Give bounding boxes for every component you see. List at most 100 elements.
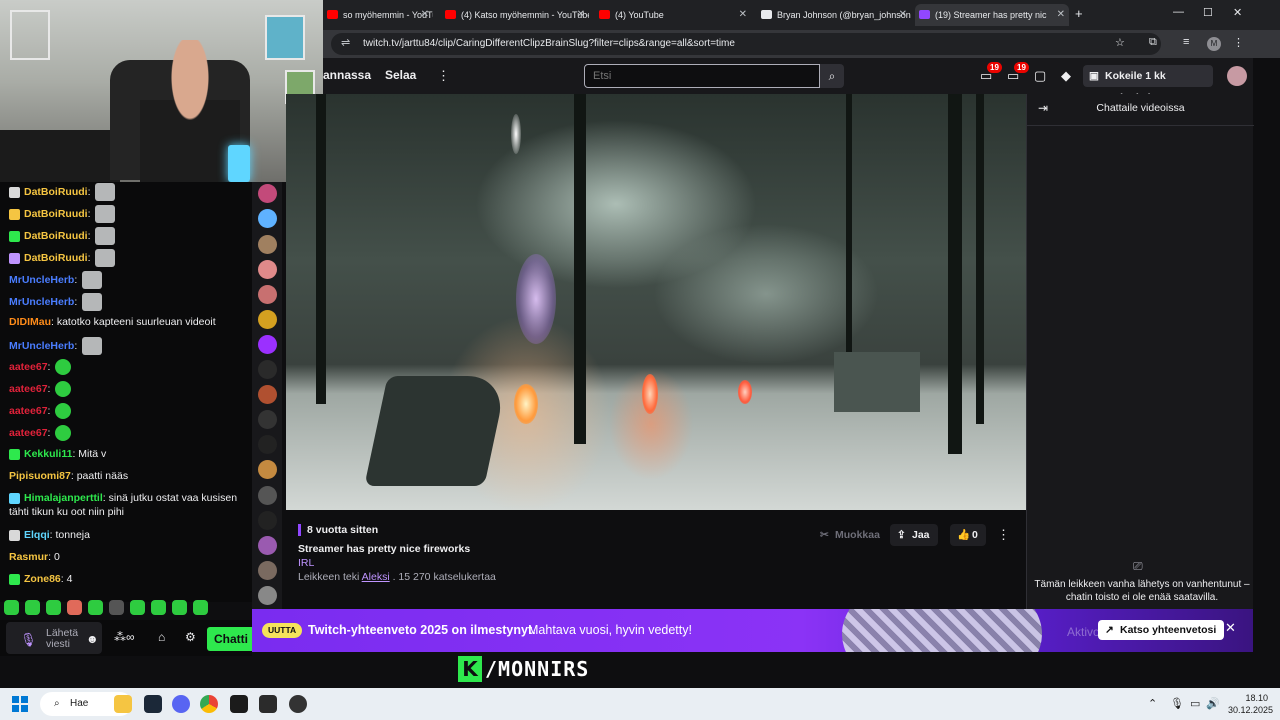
network-icon[interactable]: ▭ [1190,697,1200,710]
obs-icon[interactable] [289,695,307,713]
followed-channel-avatar[interactable] [258,385,277,404]
edit-clip-button[interactable]: ✂ Muokkaa [813,524,888,546]
chat-username[interactable]: DIDIMau [9,316,51,328]
like-clip-button[interactable]: 👍 0 [950,524,986,546]
browser-tab[interactable]: Bryan Johnson (@bryan_johnson ✕ [757,4,911,26]
chat-username[interactable]: DatBoiRuudi [24,252,88,264]
chrome-icon[interactable] [200,695,218,713]
chat-username[interactable]: aatee67 [9,405,48,417]
share-clip-button[interactable]: ⇪ Jaa [890,524,938,546]
search-icon[interactable]: ⌕ [820,64,844,88]
followed-channel-avatar[interactable] [258,260,277,279]
followed-channel-avatar[interactable] [258,360,277,379]
taskbar-clock[interactable]: 18.10 30.12.2025 [1228,692,1273,716]
new-tab-button[interactable]: + [1075,6,1083,21]
chat-username[interactable]: Pipisuomi87 [9,470,71,482]
tray-chevron-icon[interactable]: ⌃ [1148,697,1157,710]
maximize-icon[interactable]: ☐ [1203,6,1213,19]
discord-icon[interactable] [172,695,190,713]
emote[interactable] [151,600,166,615]
steam-icon[interactable] [144,695,162,713]
followed-channel-avatar[interactable] [258,536,277,555]
close-tab-icon[interactable]: ✕ [421,4,429,26]
emote[interactable] [4,600,19,615]
browser-tab[interactable]: (19) Streamer has pretty nic ✕ [915,4,1069,26]
browser-tab[interactable]: (4) Katso myöhemmin - YouTube ✕ [441,4,589,26]
browser-tab[interactable]: (4) YouTube ✕ [595,4,751,26]
browser-tab[interactable]: so myöhemmin - YouTube✕ [323,4,433,26]
emote[interactable] [130,600,145,615]
followed-channel-avatar[interactable] [258,209,277,228]
store-icon[interactable]: ⌂ [158,630,165,644]
chat-username[interactable]: aatee67 [9,361,48,373]
file-explorer-icon[interactable] [114,695,132,713]
windows-start-icon[interactable] [12,696,28,712]
close-tab-icon[interactable]: ✕ [739,4,747,26]
collapse-chat-icon[interactable]: ⇥ [1038,101,1048,115]
microphone-tray-icon[interactable]: 🎙 [1170,697,1184,710]
chat-username[interactable]: Zone86 [24,573,61,585]
settings-icon[interactable]: ⚙ [185,630,196,644]
notifications-icon[interactable]: ▭ 19 [980,62,1002,84]
close-tab-icon[interactable]: ✕ [1057,4,1065,26]
emote[interactable] [67,600,82,615]
emote[interactable] [193,600,208,615]
followed-channel-avatar[interactable] [258,460,277,479]
extensions-icon[interactable]: ⧉ [1149,36,1157,49]
adfree-trial-button[interactable]: ▣ Kokeile 1 kk mainoksitta [1083,65,1213,104]
chat-username[interactable]: DatBoiRuudi [24,186,88,198]
chat-username[interactable]: MrUncleHerb [9,296,74,308]
followed-channel-avatar[interactable] [258,310,277,329]
close-tab-icon[interactable]: ✕ [899,4,907,26]
followed-channel-avatar[interactable] [258,335,277,354]
search-input[interactable] [584,64,820,88]
minimize-icon[interactable]: — [1173,6,1184,18]
chat-send-button[interactable]: Chatti [207,627,255,651]
chat-username[interactable]: Elqqi [24,529,50,541]
chat-username[interactable]: aatee67 [9,383,48,395]
x-app-icon[interactable] [230,695,248,713]
clip-creator-link[interactable]: Aleksi [362,571,390,583]
site-info-icon[interactable]: ⇌ [341,36,350,49]
followed-channel-avatar[interactable] [258,285,277,304]
chat-username[interactable]: Himalajanperttil [24,492,103,504]
clip-video-player[interactable] [286,94,1026,510]
emote[interactable] [88,600,103,615]
microphone-icon[interactable]: 🎙 [20,632,37,648]
volume-icon[interactable]: 🔊 [1206,697,1220,710]
chat-username[interactable]: DatBoiRuudi [24,208,88,220]
chat-username[interactable]: Rasmur [9,551,48,563]
emote[interactable] [109,600,124,615]
clip-category-link[interactable]: IRL [298,557,314,569]
bits-gem-icon[interactable]: ◆ [1061,68,1071,84]
followed-channel-avatar[interactable] [258,561,277,580]
emote[interactable] [46,600,61,615]
whispers-icon[interactable]: ▢ [1034,68,1046,84]
more-icon[interactable]: ⋮ [437,68,450,84]
chat-username[interactable]: Kekkuli11 [24,448,72,460]
followed-channel-avatar[interactable] [258,511,277,530]
chat-input[interactable]: 🎙 Lähetä viesti ☻ [6,622,102,654]
chat-username[interactable]: MrUncleHerb [9,340,74,352]
followed-channel-avatar[interactable] [258,486,277,505]
close-banner-icon[interactable]: ✕ [1225,620,1236,636]
chat-username[interactable]: aatee67 [9,427,48,439]
emoji-icon[interactable]: ☻ [86,632,99,646]
rl-app-icon[interactable] [259,695,277,713]
emote[interactable] [172,600,187,615]
media-control-icon[interactable]: ≡ [1183,36,1189,48]
clip-more-icon[interactable]: ⋮ [997,527,1010,543]
bookmark-star-icon[interactable]: ☆ [1115,36,1125,49]
chat-username[interactable]: MrUncleHerb [9,274,74,286]
nav-browse[interactable]: Selaa [385,68,416,82]
close-tab-icon[interactable]: ✕ [577,4,585,26]
nav-following[interactable]: annassa [323,68,371,82]
followed-channel-avatar[interactable] [258,410,277,429]
chat-username[interactable]: DatBoiRuudi [24,230,88,242]
bits-icon[interactable]: ⁂∞ [114,630,135,644]
menu-kebab-icon[interactable]: ⋮ [1233,36,1244,49]
url-field[interactable]: ⇌ twitch.tv/jarttu84/clip/CaringDifferen… [331,33,1161,55]
followed-channel-avatar[interactable] [258,435,277,454]
user-avatar[interactable] [1227,66,1247,86]
followed-channel-avatar[interactable] [258,184,277,203]
